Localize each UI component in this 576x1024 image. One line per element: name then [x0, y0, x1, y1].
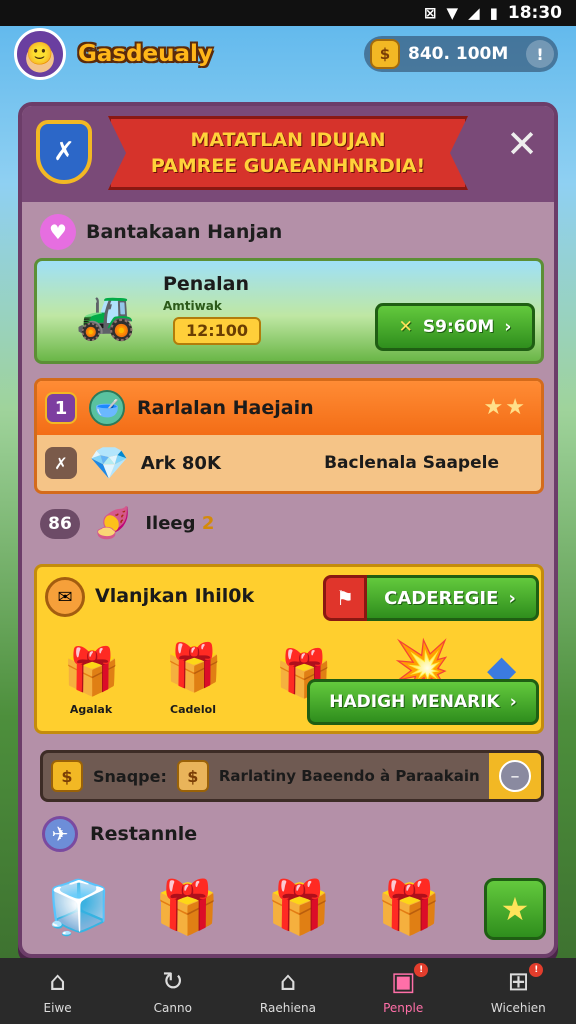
nav-item-home[interactable]: ⌂ Eiwe [3, 967, 113, 1015]
battery-icon: ▮ [489, 4, 498, 22]
notification-badge: ! [414, 963, 429, 977]
shield-icon: ✗ [36, 120, 92, 184]
star-button[interactable]: ★ [484, 878, 546, 940]
mission-action-button[interactable]: ✕ S9:60M › [375, 303, 535, 351]
nav-item-wicehien[interactable]: ⊞ Wicehien ! [463, 963, 573, 1015]
coin-icon: $ [370, 39, 400, 69]
chevron-right-icon: › [504, 317, 512, 337]
panel-header: ✗ MATATLAN IDUJAN PAMREE GUAEANHNRDIA! ✕ [22, 106, 554, 202]
quest-panel: ✗ MATATLAN IDUJAN PAMREE GUAEANHNRDIA! ✕… [18, 102, 558, 958]
wifi-icon: ▼ [446, 4, 459, 22]
top-bar: 🙂 Gasdeualy $ 840. 100M ! [0, 26, 576, 82]
banner-line-1: MATATLAN IDUJAN [190, 129, 386, 151]
mission-subtitle: Amtiwak [163, 299, 222, 313]
game-title: Gasdeualy [78, 41, 213, 67]
home-icon: ⌂ [49, 967, 66, 997]
level-text: Ileeg 2 [145, 513, 214, 534]
chevron-right-icon: › [509, 692, 517, 712]
cross-icon: ✕ [398, 317, 413, 337]
flag-icon: ⚑ [323, 575, 367, 621]
compass-icon: ✈ [42, 816, 78, 852]
title-ribbon: MATATLAN IDUJAN PAMREE GUAEANHNRDIA! [108, 116, 468, 190]
clock: 18:30 [507, 3, 562, 23]
nav-label: Eiwe [43, 1001, 72, 1015]
notification-badge: ! [529, 963, 544, 977]
nfc-icon: ⊠ [423, 4, 437, 22]
mission-title: Penalan [163, 273, 250, 295]
reward-button-label: CADEREGIE [384, 587, 499, 609]
coin-square-icon: $ [51, 760, 83, 792]
info-bar[interactable]: $ Snaqpe: $ Rarlatiny Baeendo à Paraakai… [40, 750, 544, 802]
task-title: Rarlalan Haejain [137, 397, 314, 419]
coin-balance[interactable]: $ 840. 100M ! [364, 36, 558, 72]
gift-label: Agalak [69, 703, 113, 716]
reward-action-button[interactable]: CADEREGIE › [361, 575, 539, 621]
reward-card: ✉ Vlanjkan Ihil0k ⚑ CADEREGIE › 🎁 Agalak… [34, 564, 544, 734]
bowl-icon: 🥣 [89, 390, 125, 426]
task-card[interactable]: 1 🥣 Rarlalan Haejain ★★ ✗ 💎 Ark 80K Bacl… [34, 378, 544, 494]
status-bar: ⊠ ▼ ◢ ▮ 18:30 [0, 0, 576, 26]
package-icon: ▣ [390, 967, 416, 997]
coin-amount: 840. 100M [408, 44, 509, 64]
task-card-row: ✗ 💎 Ark 80K Baclenala Saapele [37, 435, 541, 491]
level-row: 86 🍠 Ileeg 2 [40, 506, 214, 541]
section-header-missions: ♥ Bantakaan Hanjan [40, 214, 282, 250]
avatar[interactable]: 🙂 [14, 28, 66, 80]
refresh-icon: ↻ [161, 967, 184, 997]
star-icon: ★ [500, 890, 530, 928]
claim-button[interactable]: HADIGH MENARIK › [307, 679, 539, 725]
info-icon[interactable]: ! [526, 40, 554, 68]
level-label: Ileeg [145, 513, 196, 534]
nav-item-raehiena[interactable]: ⌂ Raehiena [233, 967, 343, 1015]
house-icon: ⌂ [279, 967, 297, 997]
claim-button-label: HADIGH MENARIK [329, 692, 500, 712]
mission-card[interactable]: 🚜 Penalan Amtiwak 12:100 ✕ S9:60M › [34, 258, 544, 364]
mission-timer: 12:100 [173, 317, 261, 345]
potion-icon: 🍠 [94, 506, 132, 541]
bottom-nav: ⌂ Eiwe ↻ Canno ⌂ Raehiena ▣ Penple ! ⊞ W… [0, 958, 576, 1024]
level-number: 86 [40, 508, 80, 539]
gold-chest-icon[interactable]: 🎁 [262, 872, 336, 942]
mission-button-label: S9:60M [422, 317, 495, 337]
nav-label: Canno [153, 1001, 192, 1015]
task-description: Baclenala Saapele [324, 453, 499, 473]
stars-rating: ★★ [483, 395, 527, 420]
nav-label: Wicehien [490, 1001, 546, 1015]
info-description: Rarlatiny Baeendo à Paraakain [218, 767, 480, 785]
blue-chest-icon[interactable]: 🧊 [42, 872, 116, 942]
banner-line-2: PAMREE GUAEANHNRDIA! [150, 155, 426, 177]
nav-label: Raehiena [259, 1001, 317, 1015]
purple-chest-icon[interactable]: 🎁 [150, 872, 224, 942]
close-button[interactable]: ✕ [502, 124, 542, 164]
task-value: Ark 80K [140, 452, 221, 474]
nav-item-penple[interactable]: ▣ Penple ! [348, 963, 458, 1015]
nav-label: Penple [383, 1001, 424, 1015]
collection-title: Restannle [90, 823, 198, 845]
gift-box-icon[interactable]: 🎁 [161, 637, 227, 697]
signal-icon: ◢ [468, 4, 480, 22]
nav-item-canno[interactable]: ↻ Canno [118, 967, 228, 1015]
task-card-header: 1 🥣 Rarlalan Haejain ★★ [37, 381, 541, 435]
info-label: Snaqpe: [93, 766, 167, 786]
badge-icon: $ [176, 760, 209, 792]
task-number: 1 [45, 392, 77, 424]
level-value: 2 [201, 513, 215, 534]
envelope-icon: ✉ [45, 577, 85, 617]
pink-gem-icon: 💎 [89, 444, 129, 482]
collection-header: ✈ Restannle [42, 816, 197, 852]
truck-icon: 🚜 [76, 286, 136, 343]
minus-icon: – [499, 760, 531, 792]
multiply-icon: ✗ [45, 447, 77, 479]
reward-title: Vlanjkan Ihil0k [95, 585, 255, 607]
red-gift-icon[interactable]: 🎁 [372, 872, 446, 942]
grid-icon: ⊞ [507, 967, 530, 997]
info-toggle[interactable]: – [489, 753, 541, 799]
gift-box-icon[interactable]: 🎁 [59, 641, 125, 701]
heart-icon: ♥ [40, 214, 76, 250]
section-title: Bantakaan Hanjan [86, 221, 283, 243]
chevron-right-icon: › [508, 587, 516, 609]
gift-label: Cadelol [170, 703, 216, 716]
